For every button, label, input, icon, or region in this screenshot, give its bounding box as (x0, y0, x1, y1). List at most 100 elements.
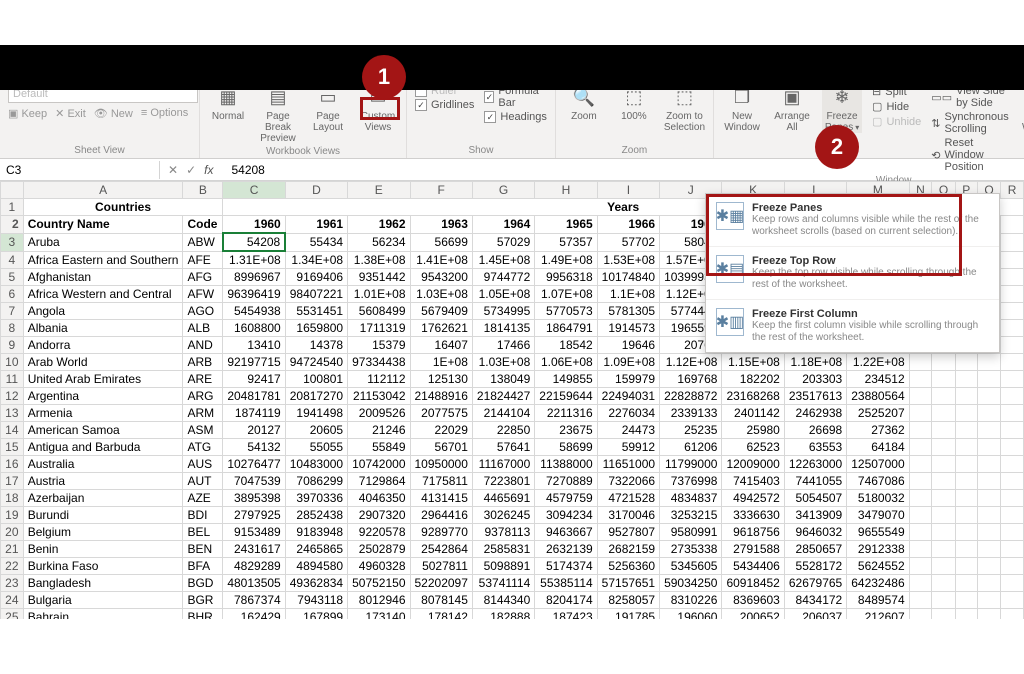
arrange-all-button[interactable]: ▣Arrange All (772, 85, 812, 133)
cell-data[interactable]: 7270889 (535, 473, 597, 490)
cell-data[interactable]: 206037 (784, 609, 846, 620)
zoom-button[interactable]: 🔍Zoom (564, 85, 604, 122)
cell-data[interactable]: 55385114 (535, 575, 597, 592)
column-header-C[interactable]: C (223, 182, 285, 199)
sheetview-keep[interactable]: ▣ Keep (8, 107, 47, 120)
cell-data[interactable]: 1.07E+08 (535, 286, 597, 303)
cell-data[interactable]: 11799000 (660, 456, 722, 473)
cell-data[interactable]: 9153489 (223, 524, 285, 541)
cell-data[interactable]: 1.22E+08 (847, 354, 909, 371)
cell-code[interactable]: BHR (183, 609, 223, 620)
cell-data[interactable]: 8078145 (410, 592, 472, 609)
cell-data[interactable]: 4131415 (410, 490, 472, 507)
cell-data[interactable]: 7322066 (597, 473, 659, 490)
row-header[interactable]: 3 (1, 233, 24, 251)
cell-country-name[interactable]: Africa Eastern and Southern (23, 251, 183, 269)
cell-data[interactable]: 20127 (223, 422, 285, 439)
cell-data[interactable]: 3336630 (722, 507, 784, 524)
select-all-corner[interactable] (1, 182, 24, 199)
cell-data[interactable]: 9351442 (348, 269, 410, 286)
cell-data[interactable]: 5256360 (597, 558, 659, 575)
cell-data[interactable]: 2912338 (847, 541, 909, 558)
cell-data[interactable]: 4960328 (348, 558, 410, 575)
cell-data[interactable]: 1762621 (410, 320, 472, 337)
cell-data[interactable]: 8434172 (784, 592, 846, 609)
cell-data[interactable]: 4465691 (472, 490, 534, 507)
cell-data[interactable]: 5781305 (597, 303, 659, 320)
cell-data[interactable]: 22850 (472, 422, 534, 439)
row-header[interactable]: 16 (1, 456, 24, 473)
cell-data[interactable]: 3026245 (472, 507, 534, 524)
cell-country-name[interactable]: Argentina (23, 388, 183, 405)
cell-data[interactable]: 5528172 (784, 558, 846, 575)
zoom-selection-button[interactable]: ⬚Zoom to Selection (664, 85, 705, 133)
cell-data[interactable]: 27362 (847, 422, 909, 439)
column-header-B[interactable]: B (183, 182, 223, 199)
cell-data[interactable]: 1.06E+08 (535, 354, 597, 371)
cell-data[interactable]: 59034250 (660, 575, 722, 592)
cell-data[interactable]: 3895398 (223, 490, 285, 507)
cell-data[interactable]: 191785 (597, 609, 659, 620)
cell-data[interactable]: 23880564 (847, 388, 909, 405)
freeze-first-column-option[interactable]: ✱▥ Freeze First ColumnKeep the first col… (706, 300, 999, 352)
cell-data[interactable]: 1914573 (597, 320, 659, 337)
cell-data[interactable]: 2682159 (597, 541, 659, 558)
cell-data[interactable]: 3479070 (847, 507, 909, 524)
cell-data[interactable]: 138049 (472, 371, 534, 388)
cell-data[interactable]: 2502879 (348, 541, 410, 558)
cell-data[interactable]: 3094234 (535, 507, 597, 524)
row-header[interactable]: 13 (1, 405, 24, 422)
cell-data[interactable]: 7175811 (410, 473, 472, 490)
cell-data[interactable]: 1.12E+08 (660, 354, 722, 371)
cell-data[interactable]: 20817270 (285, 388, 347, 405)
row-header[interactable]: 18 (1, 490, 24, 507)
cell-data[interactable]: 5180032 (847, 490, 909, 507)
cell-data[interactable]: 4942572 (722, 490, 784, 507)
cell-data[interactable]: 22494031 (597, 388, 659, 405)
cell-data[interactable]: 8012946 (348, 592, 410, 609)
header-year[interactable]: 1961 (285, 216, 347, 234)
row-header[interactable]: 7 (1, 303, 24, 320)
cell-data[interactable]: 5734995 (472, 303, 534, 320)
countries-header-cell[interactable]: Countries (23, 199, 223, 216)
cell-data[interactable]: 21824427 (472, 388, 534, 405)
row-header[interactable]: 4 (1, 251, 24, 269)
cell-country-name[interactable]: Burkina Faso (23, 558, 183, 575)
cell-data[interactable]: 50752150 (348, 575, 410, 592)
header-year[interactable]: 1960 (223, 216, 285, 234)
cell-data[interactable]: 55055 (285, 439, 347, 456)
cell-data[interactable]: 4829289 (223, 558, 285, 575)
cell-data[interactable]: 2465865 (285, 541, 347, 558)
column-header-F[interactable]: F (410, 182, 472, 199)
cell-data[interactable]: 7129864 (348, 473, 410, 490)
column-header-D[interactable]: D (285, 182, 347, 199)
cell-code[interactable]: AGO (183, 303, 223, 320)
cell-country-name[interactable]: United Arab Emirates (23, 371, 183, 388)
cell-data[interactable]: 2791588 (722, 541, 784, 558)
cell-data[interactable]: 12507000 (847, 456, 909, 473)
cell-country-name[interactable]: Australia (23, 456, 183, 473)
cell-data[interactable]: 1814135 (472, 320, 534, 337)
cell-data[interactable]: 52202097 (410, 575, 472, 592)
gridlines-checkbox[interactable] (415, 99, 427, 111)
cell-country-name[interactable]: Afghanistan (23, 269, 183, 286)
cancel-formula-icon[interactable]: ✕ (168, 163, 178, 177)
cell-data[interactable]: 2009526 (348, 405, 410, 422)
cell-data[interactable]: 56699 (410, 233, 472, 251)
formula-bar-checkbox[interactable] (484, 91, 494, 103)
cell-data[interactable]: 5679409 (410, 303, 472, 320)
cell-data[interactable]: 2144104 (472, 405, 534, 422)
cell-data[interactable]: 94724540 (285, 354, 347, 371)
new-window-button[interactable]: ❐New Window (722, 85, 762, 133)
cell-country-name[interactable]: Benin (23, 541, 183, 558)
cell-data[interactable]: 1.03E+08 (472, 354, 534, 371)
cell-data[interactable]: 9378113 (472, 524, 534, 541)
cell-code[interactable]: BGD (183, 575, 223, 592)
header-year[interactable]: 1964 (472, 216, 534, 234)
cell-data[interactable]: 2964416 (410, 507, 472, 524)
cell-data[interactable]: 63553 (784, 439, 846, 456)
cell-data[interactable]: 92417 (223, 371, 285, 388)
cell-data[interactable]: 1.18E+08 (784, 354, 846, 371)
row-header[interactable]: 12 (1, 388, 24, 405)
cell-country-name[interactable]: Belgium (23, 524, 183, 541)
